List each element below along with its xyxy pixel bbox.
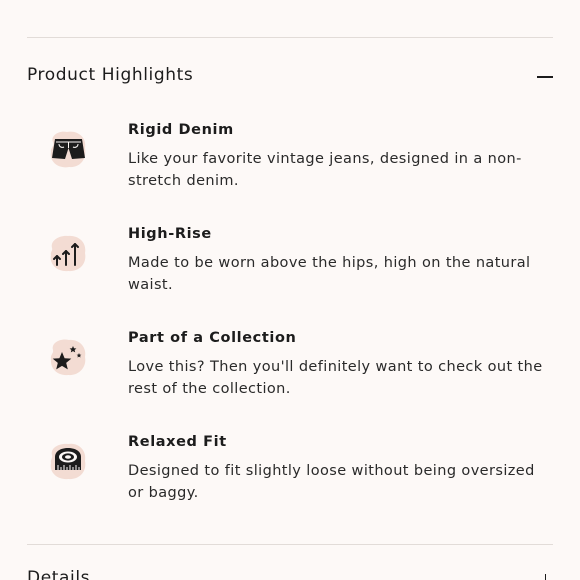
minus-icon[interactable] [537, 76, 553, 78]
feature-title: Part of a Collection [128, 330, 297, 346]
feature-description: Designed to fit slightly loose without b… [128, 463, 535, 501]
up-arrows-icon [47, 232, 89, 274]
plus-icon[interactable] [544, 574, 546, 580]
feature-description: Made to be worn above the hips, high on … [128, 255, 531, 293]
details-header[interactable]: Details [27, 568, 553, 580]
product-highlights-header[interactable]: Product Highlights [27, 62, 553, 92]
feature-title: Rigid Denim [128, 122, 234, 138]
feature-title: Relaxed Fit [128, 434, 227, 450]
divider-top [27, 37, 553, 38]
stars-icon [47, 336, 89, 378]
section-title: Product Highlights [27, 65, 194, 85]
divider-bottom [27, 544, 553, 545]
feature-title: High-Rise [128, 226, 212, 242]
feature-description: Love this? Then you'll definitely want t… [128, 359, 543, 397]
measuring-tape-icon [47, 440, 89, 482]
feature-description: Like your favorite vintage jeans, design… [128, 151, 522, 189]
denim-shorts-icon [47, 128, 89, 170]
details-title: Details [27, 568, 91, 580]
